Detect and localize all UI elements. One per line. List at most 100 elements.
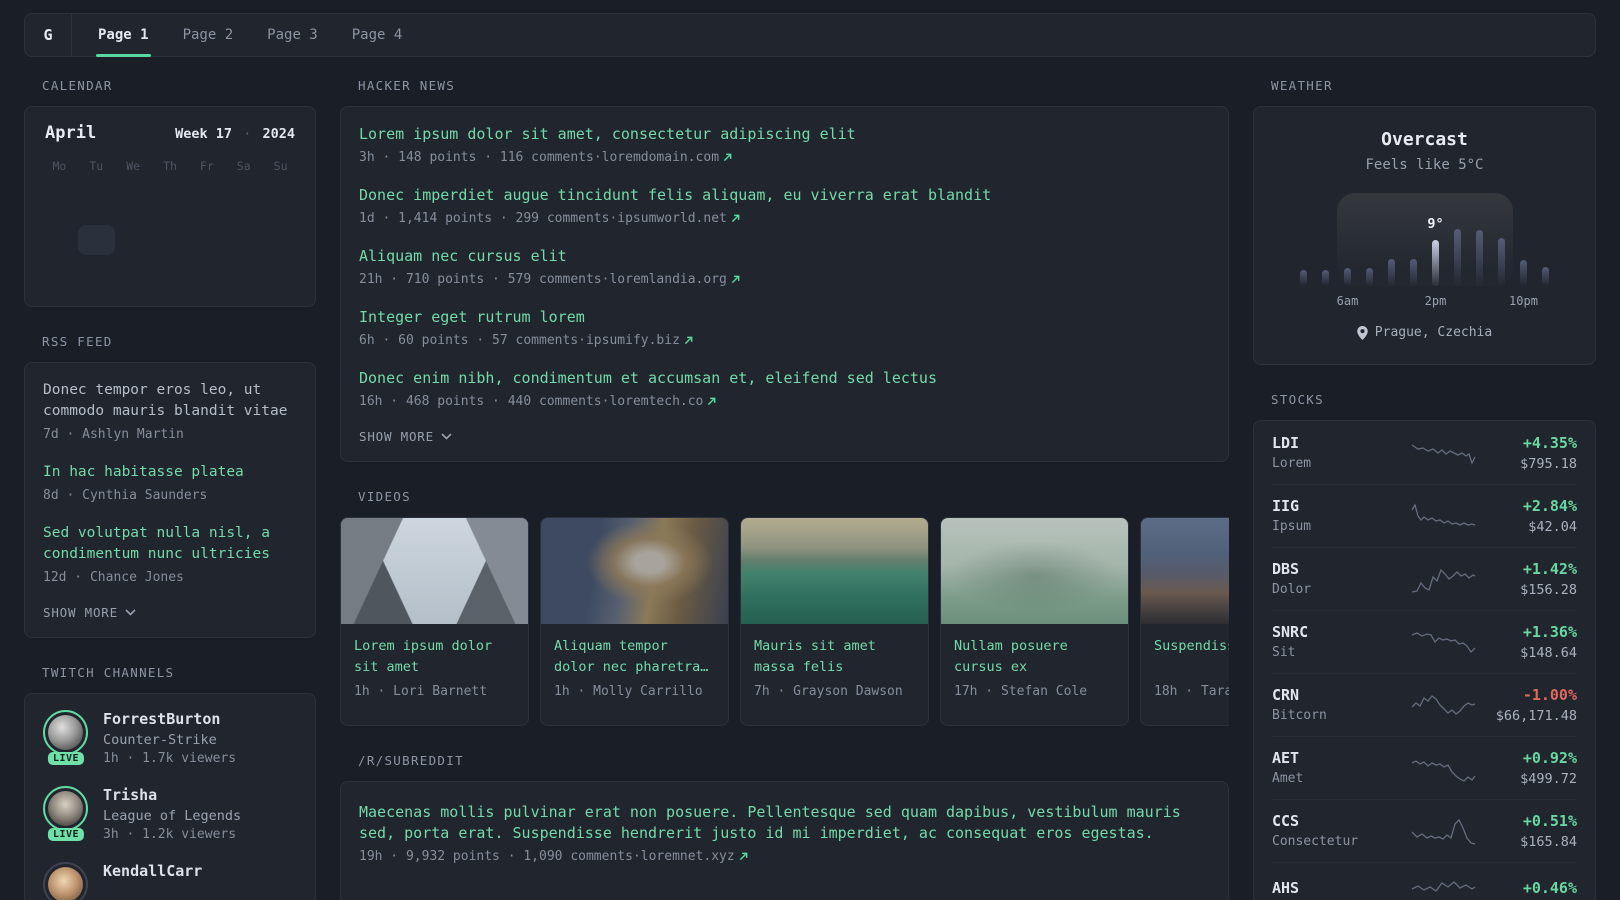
twitch-channel-game: Counter-Strike bbox=[103, 732, 217, 748]
feed-item-link[interactable]: In hac habitasse platea bbox=[43, 462, 297, 483]
stock-price: $42.04 bbox=[1528, 518, 1577, 535]
calendar-week-year: Week 17 · 2024 bbox=[175, 126, 295, 142]
calendar-weekday: We bbox=[126, 159, 141, 173]
stock-symbol-link[interactable]: AET bbox=[1272, 749, 1411, 767]
story-item: Maecenas mollis pulvinar erat non posuer… bbox=[359, 802, 1210, 864]
video-title-link[interactable]: Aliquam tempor dolor nec pharetra… bbox=[554, 636, 715, 678]
twitch-channel-link[interactable]: ForrestBurton bbox=[103, 710, 236, 728]
twitch-avatar-ring bbox=[43, 710, 88, 755]
story-title-link[interactable]: Lorem ipsum dolor sit amet, consectetur … bbox=[359, 124, 1210, 145]
story-domain-link[interactable]: ipsumworld.net bbox=[617, 211, 740, 226]
story-item: Aliquam nec cursus elit 21h · 710 points… bbox=[359, 246, 1210, 287]
page-tab[interactable]: Page 3 bbox=[265, 14, 320, 56]
twitch-card: LIVE ForrestBurton Counter-Strike 1h · 1… bbox=[24, 693, 316, 900]
story-domain-link[interactable]: loremdomain.com bbox=[602, 150, 732, 165]
stock-row: LDI Lorem +4.35% $795.18 bbox=[1254, 421, 1595, 484]
hackernews-widget: HACKER NEWS Lorem ipsum dolor sit amet, … bbox=[340, 78, 1229, 462]
stock-symbol-link[interactable]: AHS bbox=[1272, 879, 1411, 897]
stock-change: +0.46% bbox=[1522, 878, 1577, 897]
video-card-body: Suspendisse diam 18h · Tara bbox=[1141, 624, 1229, 725]
story-title-link[interactable]: Donec imperdiet augue tincidunt felis al… bbox=[359, 185, 1210, 206]
feed-item-meta: 7d · Ashlyn Martin bbox=[43, 427, 184, 442]
twitch-channel-viewers: 1h · 1.7k viewers bbox=[103, 751, 237, 766]
avatar[interactable] bbox=[48, 791, 83, 826]
twitch-avatar-ring bbox=[43, 786, 88, 831]
stock-change: +1.42% bbox=[1522, 559, 1577, 578]
video-thumbnail[interactable] bbox=[741, 518, 928, 624]
chevron-down-icon bbox=[441, 433, 452, 440]
stock-symbol-link[interactable]: DBS bbox=[1272, 560, 1411, 578]
video-thumbnail[interactable] bbox=[1141, 518, 1229, 624]
story-meta: 16h · 468 points · 440 comments · loremt… bbox=[359, 394, 1210, 409]
twitch-avatar-ring bbox=[43, 862, 88, 900]
calendar-day bbox=[262, 188, 299, 218]
video-thumbnail[interactable] bbox=[941, 518, 1128, 624]
weather-bar bbox=[1476, 230, 1483, 286]
weather-bar bbox=[1542, 267, 1549, 286]
page-tab[interactable]: Page 2 bbox=[181, 14, 236, 56]
video-title-link[interactable]: Suspendisse diam bbox=[1154, 636, 1229, 678]
video-title-link[interactable]: Lorem ipsum dolor sit amet consectetu… bbox=[354, 636, 515, 678]
stock-sparkline bbox=[1411, 502, 1476, 526]
avatar[interactable] bbox=[48, 867, 83, 900]
page-tabs: Page 1 Page 2 Page 3 Page 4 bbox=[96, 14, 405, 57]
external-link-icon bbox=[731, 214, 740, 223]
video-card: Lorem ipsum dolor sit amet consectetu… 1… bbox=[340, 517, 529, 726]
page-tab[interactable]: Page 4 bbox=[350, 14, 405, 56]
live-badge: LIVE bbox=[47, 752, 85, 765]
hackernews-show-more-button[interactable]: SHOW MORE bbox=[359, 429, 452, 444]
dashboard-page: G Page 1 Page 2 Page 3 Page 4 CALENDAR Apri… bbox=[0, 0, 1620, 900]
stock-symbol-link[interactable]: CRN bbox=[1272, 686, 1411, 704]
story-domain-link[interactable]: loremlandia.org bbox=[609, 272, 740, 287]
columns: CALENDAR April Week 17 · 2024 Mo Tu We Th Fr… bbox=[24, 78, 1596, 900]
twitch-avatar-wrap bbox=[43, 862, 89, 900]
subreddit-card: Maecenas mollis pulvinar erat non posuer… bbox=[340, 781, 1229, 900]
stock-id: DBS Dolor bbox=[1272, 560, 1411, 597]
weather-time-label: 2pm bbox=[1424, 294, 1447, 308]
external-link-icon bbox=[684, 336, 693, 345]
stock-change: +4.35% bbox=[1522, 433, 1577, 452]
weather-widget-title: WEATHER bbox=[1271, 78, 1333, 93]
story-title-link[interactable]: Aliquam nec cursus elit bbox=[359, 246, 1210, 267]
story-domain-link[interactable]: ipsumify.biz bbox=[586, 333, 693, 348]
chevron-down-icon bbox=[125, 609, 136, 616]
rss-show-more-button[interactable]: SHOW MORE bbox=[43, 605, 136, 620]
calendar-day bbox=[77, 225, 115, 255]
video-title-link[interactable]: Mauris sit amet massa felis bbox=[754, 636, 915, 678]
story-title-link[interactable]: Maecenas mollis pulvinar erat non posuer… bbox=[359, 802, 1210, 844]
video-thumbnail[interactable] bbox=[341, 518, 528, 624]
twitch-channel-link[interactable]: Trisha bbox=[103, 786, 241, 804]
story-domain-link[interactable]: loremtech.co bbox=[609, 394, 716, 409]
left-column: CALENDAR April Week 17 · 2024 Mo Tu We Th Fr… bbox=[24, 78, 316, 900]
twitch-channel-link[interactable]: KendallCarr bbox=[103, 862, 202, 880]
story-title-link[interactable]: Integer eget rutrum lorem bbox=[359, 307, 1210, 328]
stock-id: IIG Ipsum bbox=[1272, 497, 1411, 534]
page-tab[interactable]: Page 1 bbox=[96, 14, 151, 57]
weather-time-label: 6am bbox=[1336, 294, 1359, 308]
twitch-avatar-wrap: LIVE bbox=[43, 786, 89, 841]
calendar-weekday: Su bbox=[273, 159, 288, 173]
story-item: Lorem ipsum dolor sit amet, consectetur … bbox=[359, 124, 1210, 165]
stock-symbol-link[interactable]: LDI bbox=[1272, 434, 1411, 452]
stock-price: $66,171.48 bbox=[1495, 707, 1577, 724]
calendar-week-number: 17 bbox=[215, 126, 233, 142]
stock-symbol-link[interactable]: CCS bbox=[1272, 812, 1411, 830]
stock-change: +0.51% bbox=[1522, 811, 1577, 830]
weather-bar bbox=[1498, 238, 1505, 286]
video-thumbnail[interactable] bbox=[541, 518, 728, 624]
external-link-icon bbox=[731, 275, 740, 284]
video-title-link[interactable]: Nullam posuere cursus ex bbox=[954, 636, 1115, 678]
story-domain-link[interactable]: loremnet.xyz bbox=[641, 849, 748, 864]
videos-widget-title: VIDEOS bbox=[358, 489, 411, 504]
avatar[interactable] bbox=[48, 715, 83, 750]
calendar-weekday: Th bbox=[163, 159, 177, 173]
feed-item-link[interactable]: Sed volutpat nulla nisl, a condimentum n… bbox=[43, 523, 297, 565]
stock-symbol-link[interactable]: IIG bbox=[1272, 497, 1411, 515]
story-title-link[interactable]: Donec enim nibh, condimentum et accumsan… bbox=[359, 368, 1210, 389]
calendar-year: 2024 bbox=[262, 126, 295, 142]
calendar-day bbox=[78, 262, 115, 292]
story-meta: 3h · 148 points · 116 comments · loremdo… bbox=[359, 150, 1210, 165]
feed-item-link[interactable]: Donec tempor eros leo, ut commodo mauris… bbox=[43, 380, 297, 422]
stock-symbol-link[interactable]: SNRC bbox=[1272, 623, 1411, 641]
app-logo[interactable]: G bbox=[25, 14, 72, 56]
